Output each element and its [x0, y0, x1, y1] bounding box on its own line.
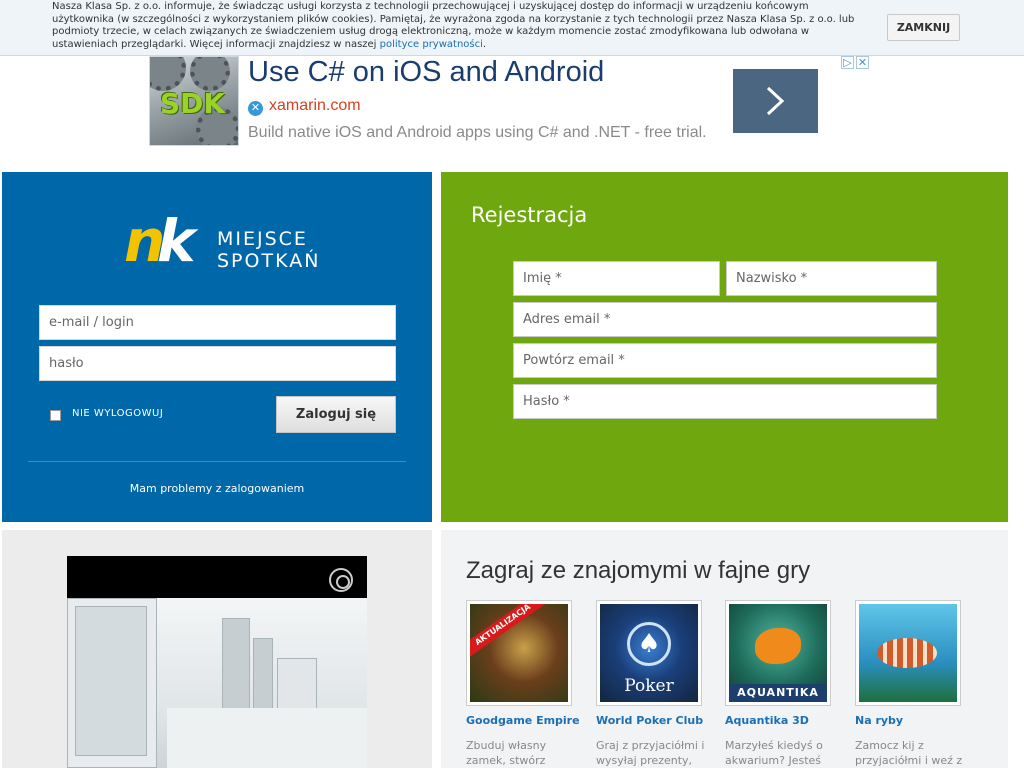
- email-repeat-input[interactable]: Powtórz email *: [513, 343, 937, 378]
- update-badge: AKTUALIZACJA: [470, 604, 553, 663]
- game-art-label: Poker: [624, 676, 674, 696]
- login-button[interactable]: Zaloguj się: [276, 396, 396, 433]
- video-header: [67, 556, 367, 598]
- game-thumbnail[interactable]: AKTUALIZACJA: [466, 600, 572, 706]
- ad-banner[interactable]: SDK Use C# on iOS and Android ✕ xamarin.c…: [149, 56, 871, 148]
- logo-k-glyph: k: [157, 207, 196, 275]
- ad-image[interactable]: SDK: [149, 56, 239, 146]
- email-login-input[interactable]: e-mail / login: [39, 305, 396, 340]
- last-name-input[interactable]: Nazwisko *: [726, 261, 937, 296]
- street: [167, 708, 367, 768]
- first-name-input[interactable]: Imię *: [513, 261, 720, 296]
- ad-site[interactable]: ✕ xamarin.com: [248, 97, 361, 116]
- game-art: AQUANTIKA: [729, 604, 827, 702]
- logo-line-2: SPOTKAŃ: [217, 250, 321, 272]
- privacy-policy-link[interactable]: polityce prywatności: [380, 39, 483, 50]
- video-player[interactable]: [67, 556, 367, 768]
- ad-site-label: xamarin.com: [269, 97, 361, 114]
- adchoices-icon[interactable]: ▷: [841, 56, 854, 69]
- registration-title: Rejestracja: [471, 203, 588, 227]
- game-art: ♠ Poker: [600, 604, 698, 702]
- remember-me-checkbox[interactable]: [50, 410, 61, 421]
- login-panel: n MIEJSCE SPOTKAŃ e-mail / login hasło NI…: [2, 172, 432, 522]
- game-thumbnail[interactable]: [855, 600, 961, 706]
- video-frame: [67, 598, 367, 768]
- film-reel-icon: [329, 568, 353, 592]
- building: [253, 638, 273, 718]
- building: [222, 618, 250, 718]
- cookie-text: Nasza Klasa Sp. z o.o. informuje, że świ…: [52, 1, 864, 51]
- game-description: Marzyłeś kiedyś o akwarium? Jesteś: [725, 739, 823, 767]
- register-password-input[interactable]: Hasło *: [513, 384, 937, 419]
- game-thumbnail[interactable]: ♠ Poker: [596, 600, 702, 706]
- close-ad-icon[interactable]: ✕: [856, 56, 869, 69]
- chevron-right-icon: [766, 86, 785, 116]
- ad-title[interactable]: Use C# on iOS and Android: [248, 56, 604, 89]
- cookie-bar: Nasza Klasa Sp. z o.o. informuje, że świ…: [0, 0, 1024, 56]
- ad-arrow-button[interactable]: [733, 69, 818, 133]
- xamarin-icon: ✕: [248, 101, 263, 116]
- promo-section: [2, 530, 432, 768]
- game-description: Zbuduj własny zamek, stwórz: [466, 739, 547, 767]
- remember-me-label[interactable]: NIE WYLOGOWUJ: [72, 408, 163, 419]
- ad-description[interactable]: Build native iOS and Android apps using …: [248, 124, 707, 142]
- game-thumbnail[interactable]: AQUANTIKA: [725, 600, 831, 706]
- divider: [28, 461, 406, 462]
- games-title: Zagraj ze znajomymi w fajne gry: [466, 557, 811, 584]
- fish-icon: [755, 628, 801, 664]
- game-description: Graj z przyjaciółmi i wysyłaj prezenty,: [596, 739, 705, 767]
- logo-line-1: MIEJSCE: [217, 228, 308, 250]
- ad-choices[interactable]: ▷ ✕: [839, 56, 869, 69]
- ad-image-text: SDK: [160, 87, 226, 120]
- gear-icon: [150, 57, 186, 91]
- gear-icon: [190, 57, 230, 91]
- game-name[interactable]: World Poker Club: [596, 714, 703, 727]
- game-description: Zamocz kij z przyjaciółmi i weź z: [855, 739, 963, 767]
- game-name[interactable]: Goodgame Empire: [466, 714, 580, 727]
- game-art-label: AQUANTIKA: [729, 684, 827, 702]
- logo-tagline: MIEJSCE SPOTKAŃ: [217, 228, 320, 272]
- window-pane: [75, 606, 147, 756]
- email-input[interactable]: Adres email *: [513, 302, 937, 337]
- close-cookie-button[interactable]: ZAMKNIJ: [887, 14, 960, 41]
- game-art: [859, 604, 957, 702]
- spade-icon: ♠: [627, 622, 671, 666]
- cookie-suffix: .: [482, 38, 487, 50]
- password-input[interactable]: hasło: [39, 346, 396, 381]
- game-art: AKTUALIZACJA: [470, 604, 568, 702]
- games-section: Zagraj ze znajomymi w fajne gry AKTUALIZ…: [441, 530, 1008, 768]
- game-name[interactable]: Aquantika 3D: [725, 714, 809, 727]
- game-name[interactable]: Na ryby: [855, 714, 903, 727]
- fish-icon: [877, 638, 937, 668]
- registration-panel: Rejestracja Imię * Nazwisko * Adres emai…: [441, 172, 1008, 522]
- login-help-link[interactable]: Mam problemy z zalogowaniem: [2, 482, 432, 495]
